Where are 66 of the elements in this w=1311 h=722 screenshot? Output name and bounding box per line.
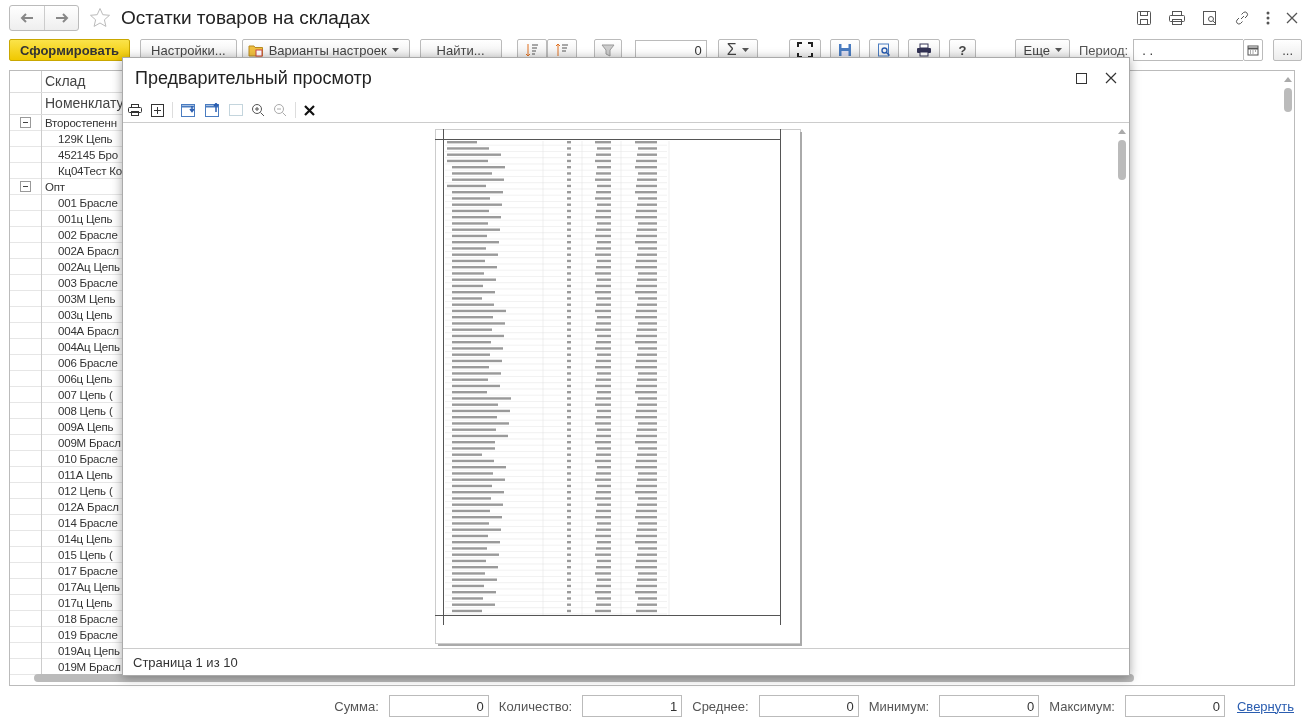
previous-page-button[interactable] <box>205 103 221 117</box>
generate-button[interactable]: Сформировать <box>9 39 131 61</box>
save-button[interactable] <box>1136 10 1152 26</box>
more-menu-icon[interactable] <box>1266 11 1270 25</box>
dialog-title: Предварительный просмотр <box>135 67 373 89</box>
collapse-link[interactable]: Свернуть <box>1237 698 1294 714</box>
zoom-in-icon <box>251 103 265 117</box>
plus-box-icon <box>151 103 164 117</box>
scrollbar-thumb[interactable] <box>1118 140 1126 180</box>
link-icon <box>1234 10 1250 26</box>
floppy-icon <box>1136 10 1152 26</box>
star-icon <box>89 7 111 29</box>
link-button[interactable] <box>1234 10 1250 26</box>
summary-field[interactable]: 0 <box>939 695 1040 717</box>
summary-field[interactable]: 0 <box>388 695 489 717</box>
period-field[interactable]: . . <box>1133 39 1244 61</box>
printer-icon <box>127 103 143 117</box>
column-header: Склад <box>41 71 86 92</box>
expand-all-button[interactable] <box>151 103 164 117</box>
caret-icon <box>1054 48 1062 52</box>
maximize-icon <box>1076 72 1087 84</box>
ellipsis-button[interactable]: ... <box>1273 39 1302 61</box>
kebab-icon <box>1266 11 1270 25</box>
summary-label: Минимум: <box>868 698 930 714</box>
dotted-frame-icon <box>229 104 243 116</box>
caret-icon <box>741 48 749 52</box>
collapse-icon <box>20 117 31 128</box>
zoom-in-button[interactable] <box>251 103 265 117</box>
calendar-icon <box>1247 44 1260 56</box>
sort-ascending-icon <box>554 43 569 57</box>
maximize-button[interactable] <box>1076 72 1087 84</box>
summary-label: Сумма: <box>334 698 379 714</box>
preview-button[interactable] <box>1202 10 1218 26</box>
window-title: Остатки товаров на складах <box>121 7 371 29</box>
summary-label: Среднее: <box>692 698 749 714</box>
page-counter: Страница 1 из 10 <box>133 654 238 670</box>
print-button[interactable] <box>1168 10 1186 26</box>
summary-label: Количество: <box>498 698 573 714</box>
close-icon <box>1105 72 1117 84</box>
magnifier-page-icon <box>1202 10 1218 26</box>
zoom-out-icon <box>273 103 287 117</box>
close-icon <box>1286 12 1298 24</box>
summary-field[interactable]: 0 <box>758 695 859 717</box>
back-arrow-icon <box>20 13 34 23</box>
print-button[interactable] <box>127 103 143 117</box>
forward-arrow-icon <box>54 13 69 23</box>
printer-icon <box>1168 10 1186 26</box>
close-preview-button[interactable] <box>304 104 315 116</box>
collapse-icon <box>20 181 31 192</box>
scroll-up-icon <box>1118 129 1126 134</box>
sort-descending-icon <box>524 43 539 57</box>
scrollbar-thumb[interactable] <box>1284 88 1292 112</box>
magnifier-page-icon <box>876 43 891 57</box>
summary-field[interactable]: 1 <box>582 695 683 717</box>
summary-label: Максимум: <box>1049 698 1115 714</box>
close-button[interactable] <box>1286 12 1298 24</box>
summary-field[interactable]: 0 <box>1125 695 1225 717</box>
dialog-close-button[interactable] <box>1105 72 1117 84</box>
counter-field[interactable]: 0 <box>634 40 707 60</box>
fullscreen-icon <box>796 42 813 58</box>
calendar-button[interactable] <box>1243 39 1264 61</box>
close-icon <box>304 104 315 116</box>
caret-icon <box>391 48 399 52</box>
scroll-up-icon <box>1284 77 1292 82</box>
period-label: Период: <box>1078 42 1129 58</box>
next-page-button[interactable] <box>181 103 197 117</box>
